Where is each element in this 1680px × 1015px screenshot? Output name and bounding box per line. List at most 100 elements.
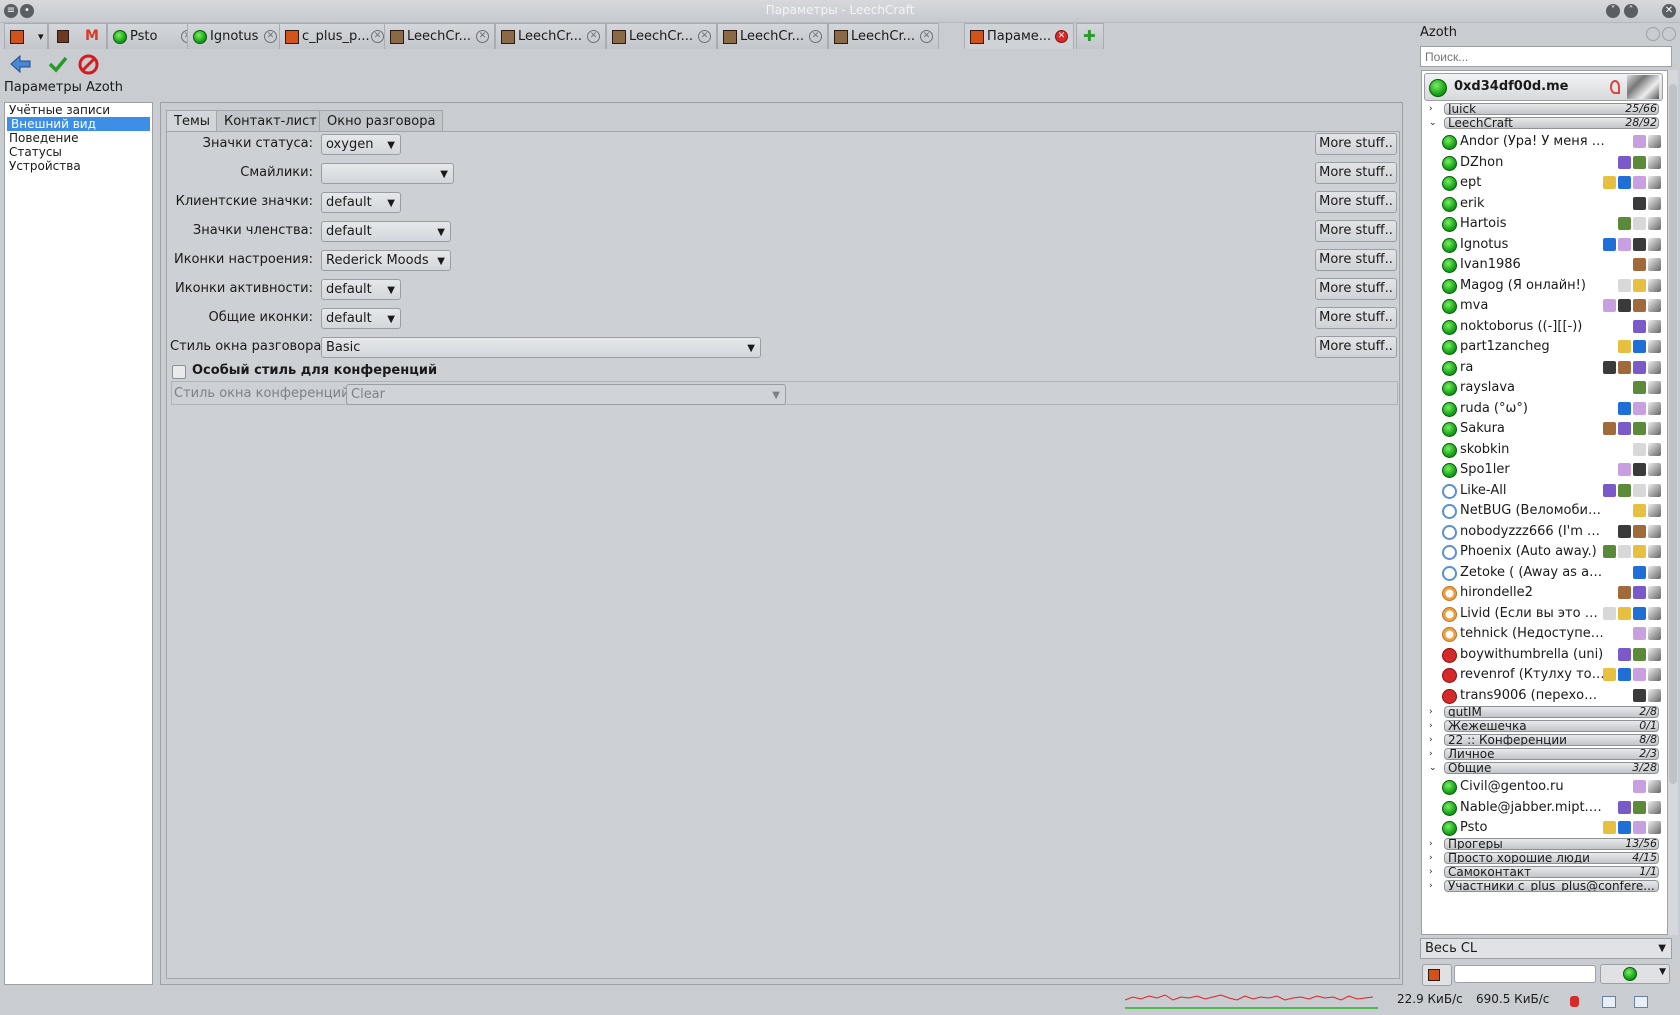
- contact-row[interactable]: trans9006 (переходим ...: [1422, 685, 1667, 707]
- contact-row[interactable]: Nable@jabber.mipt.ru (Y...: [1422, 797, 1667, 819]
- theme-select[interactable]: ▼: [321, 163, 454, 184]
- contact-row[interactable]: Livid (Если вы это чита...: [1422, 603, 1667, 625]
- more-stuff-button[interactable]: More stuff..: [1315, 278, 1397, 300]
- contact-row[interactable]: Zetoke ( (Away as a res...: [1422, 562, 1667, 584]
- minimize-icon[interactable]: ˅: [1606, 4, 1620, 18]
- contact-row[interactable]: Andor (Ура! У меня н...: [1422, 131, 1667, 153]
- settings-tab-0[interactable]: Темы: [166, 110, 219, 132]
- contact-row[interactable]: part1zancheg: [1422, 336, 1667, 358]
- nav-item[interactable]: Учётные записи: [5, 103, 152, 117]
- theme-select[interactable]: default ▼: [321, 279, 401, 300]
- tab-7[interactable]: LeechCr... ✕: [606, 23, 717, 49]
- contact-row[interactable]: DZhon: [1422, 152, 1667, 174]
- roster-search-input[interactable]: [1420, 46, 1672, 67]
- tab-9[interactable]: LeechCr... ✕: [828, 23, 939, 49]
- settings-tab-2[interactable]: Окно разговора: [319, 110, 444, 132]
- roster-group[interactable]: › Juick 25/66: [1422, 103, 1667, 116]
- contact-row[interactable]: mva: [1422, 295, 1667, 317]
- contact-row[interactable]: noktoborus ((-][[-)): [1422, 316, 1667, 338]
- contact-row[interactable]: Hartois: [1422, 213, 1667, 235]
- theme-select[interactable]: default ▼: [321, 192, 401, 213]
- contact-row[interactable]: nobodyzzz666 (I'm not ...: [1422, 521, 1667, 543]
- roster-group[interactable]: › qutIM 2/8: [1422, 706, 1667, 719]
- new-tab-button[interactable]: ✚: [1076, 23, 1104, 49]
- tab-close-icon[interactable]: ✕: [920, 30, 933, 43]
- contact-row[interactable]: tehnick (Недоступен.): [1422, 623, 1667, 645]
- status-select[interactable]: ▼: [1600, 964, 1670, 984]
- tray-icon[interactable]: [1634, 996, 1648, 1008]
- contact-row[interactable]: ra: [1422, 357, 1667, 379]
- tab-10[interactable]: Параме... ✕: [964, 23, 1074, 49]
- roster-scrollbar[interactable]: [1668, 70, 1678, 935]
- more-stuff-button[interactable]: More stuff..: [1315, 336, 1397, 358]
- roster-group[interactable]: › Жежешечка 0/1: [1422, 720, 1667, 733]
- roster-group[interactable]: ⌄ LeechCraft 28/92: [1422, 117, 1667, 130]
- contact-row[interactable]: hirondelle2: [1422, 582, 1667, 604]
- more-stuff-button[interactable]: More stuff..: [1315, 162, 1397, 184]
- contact-row[interactable]: Like-All: [1422, 480, 1667, 502]
- contact-row[interactable]: rayslava: [1422, 377, 1667, 399]
- more-stuff-button[interactable]: More stuff..: [1315, 191, 1397, 213]
- contact-row[interactable]: Sakura: [1422, 418, 1667, 440]
- roster-group[interactable]: › Прогеры 13/56: [1422, 837, 1667, 851]
- contact-row[interactable]: Psto: [1422, 817, 1667, 839]
- account-row[interactable]: 0xd34df00d.me: [1424, 73, 1663, 101]
- contact-row[interactable]: ept: [1422, 172, 1667, 194]
- apply-check-icon[interactable]: [48, 55, 68, 73]
- roster-group[interactable]: ⌄ Общие 3/28: [1422, 762, 1667, 775]
- theme-select[interactable]: default ▼: [321, 221, 451, 242]
- nav-item[interactable]: Статусы: [5, 145, 152, 159]
- contact-row[interactable]: erik: [1422, 193, 1667, 215]
- contact-row[interactable]: skobkin: [1422, 439, 1667, 461]
- roster-group[interactable]: › 22 :: Конференции 8/8: [1422, 734, 1667, 747]
- theme-select[interactable]: Rederick Moods ▼: [321, 250, 451, 271]
- theme-select[interactable]: default ▼: [321, 308, 401, 329]
- conference-style-checkbox[interactable]: [172, 365, 186, 379]
- tab-4[interactable]: c_plus_p... ✕: [279, 23, 390, 49]
- theme-select[interactable]: Basic ▼: [321, 337, 761, 358]
- tab-close-icon[interactable]: ✕: [587, 30, 600, 43]
- more-stuff-button[interactable]: More stuff..: [1315, 307, 1397, 329]
- contact-row[interactable]: Phoenix (Auto away.): [1422, 541, 1667, 563]
- tab-close-icon[interactable]: ✕: [1055, 30, 1068, 43]
- tab-close-icon[interactable]: ✕: [264, 30, 277, 43]
- contact-row[interactable]: Spo1ler: [1422, 459, 1667, 481]
- contact-row[interactable]: revenrof (Ктулху тоже ...: [1422, 664, 1667, 686]
- status-message-input[interactable]: [1454, 965, 1596, 983]
- theme-select[interactable]: oxygen ▼: [321, 134, 401, 155]
- tab-close-icon[interactable]: ✕: [371, 30, 384, 43]
- contact-row[interactable]: Civil@gentoo.ru: [1422, 776, 1667, 798]
- roster-group[interactable]: › Самоконтакт 1/1: [1422, 865, 1667, 879]
- contact-row[interactable]: ruda (°ω°): [1422, 398, 1667, 420]
- roster-group[interactable]: › Просто хорошие люди 4/15: [1422, 851, 1667, 865]
- more-stuff-button[interactable]: More stuff..: [1315, 133, 1397, 155]
- back-arrow-icon[interactable]: [9, 55, 31, 73]
- nav-item[interactable]: Поведение: [5, 131, 152, 145]
- contact-row[interactable]: Ivan1986: [1422, 254, 1667, 276]
- tab-5[interactable]: LeechCr... ✕: [384, 23, 495, 49]
- float-icon[interactable]: [1646, 27, 1660, 41]
- tab-close-icon[interactable]: ✕: [809, 30, 822, 43]
- tab-1[interactable]: M: [48, 23, 107, 49]
- tray-icon[interactable]: [1602, 996, 1616, 1008]
- roster-group[interactable]: › Участники c_plus_plus@confere...: [1422, 879, 1667, 893]
- more-stuff-button[interactable]: More stuff..: [1315, 220, 1397, 242]
- cancel-icon[interactable]: [78, 54, 99, 75]
- more-stuff-button[interactable]: More stuff..: [1315, 249, 1397, 271]
- tab-close-icon[interactable]: ✕: [476, 30, 489, 43]
- tab-6[interactable]: LeechCr... ✕: [495, 23, 606, 49]
- tab-3[interactable]: Ignotus ✕: [187, 23, 283, 49]
- account-menu-button[interactable]: [1422, 964, 1452, 986]
- contact-row[interactable]: boywithumbrella (uni): [1422, 644, 1667, 666]
- tab-close-icon[interactable]: ✕: [698, 30, 711, 43]
- contact-list-filter-select[interactable]: Весь CL ▼: [1420, 938, 1672, 959]
- contact-row[interactable]: Magog (Я онлайн!): [1422, 275, 1667, 297]
- close-icon[interactable]: ✕: [1662, 4, 1676, 18]
- maximize-icon[interactable]: ˄: [1624, 4, 1638, 18]
- panel-close-icon[interactable]: [1662, 27, 1676, 41]
- nav-item[interactable]: Устройства: [5, 159, 152, 173]
- roster-group[interactable]: › Личное 2/3: [1422, 748, 1667, 761]
- contact-row[interactable]: Ignotus: [1422, 234, 1667, 256]
- nav-item[interactable]: Внешний вид: [7, 117, 150, 131]
- tab-8[interactable]: LeechCr... ✕: [717, 23, 828, 49]
